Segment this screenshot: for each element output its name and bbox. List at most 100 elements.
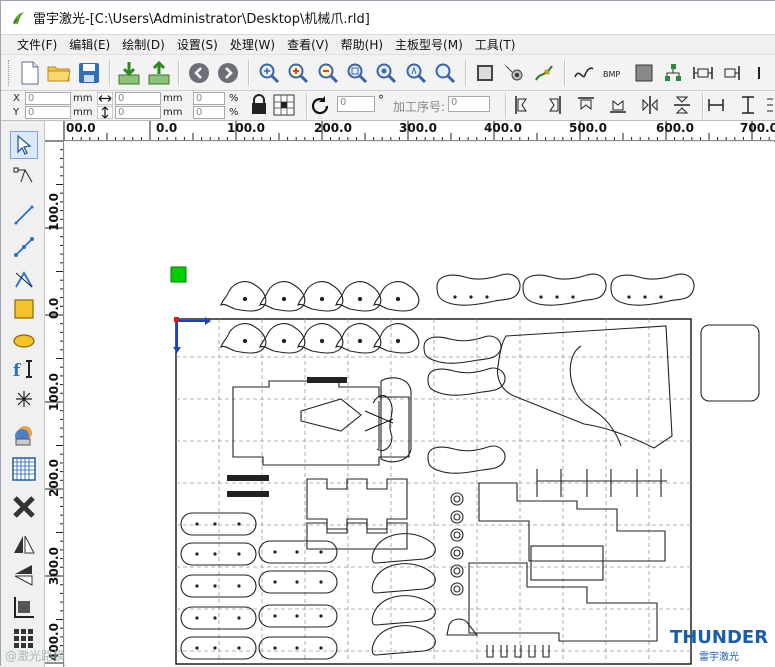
toolbar-grip[interactable] [8,59,12,86]
export-icon [148,60,170,84]
drawing-canvas[interactable] [65,142,775,667]
bezier-icon [15,271,33,288]
frame-button[interactable] [474,60,497,86]
export-button[interactable] [147,60,170,86]
align-h-button[interactable] [691,60,714,86]
ruler-label: 200.0 [47,459,61,497]
align-left-edge-icon[interactable] [513,95,531,115]
select-tool-button[interactable] [10,131,38,159]
mirror-v-tool-button[interactable] [10,561,38,589]
align-top-edge-icon[interactable] [577,95,595,115]
claw-hole [242,296,248,302]
array-tool-button[interactable] [10,455,38,483]
redo-button[interactable] [217,60,240,86]
height-field[interactable]: 0 [115,106,161,119]
y-position-field[interactable]: 0 [25,106,71,119]
distribute-v-icon[interactable] [739,95,757,115]
menu-tools[interactable]: 工具(T) [469,36,522,53]
height-unit: mm [163,107,183,118]
zoom-in-button[interactable] [286,60,309,86]
zoom-tool-button[interactable] [257,60,280,86]
node-edit-tool-button[interactable] [10,163,38,191]
claw-hole [319,338,325,344]
ruler-label: 100.0 [47,373,61,411]
more-align-icon[interactable] [765,95,775,115]
zoom-selection-button[interactable] [404,60,427,86]
zoom-fit-button[interactable] [375,60,398,86]
ruler-label: 100.0 [227,121,265,135]
ellipse-tool-button[interactable] [10,327,38,355]
rectangle-tool-button[interactable] [10,295,38,323]
open-file-button[interactable] [47,60,71,86]
tree-button[interactable] [662,60,685,86]
toolbar-separator [248,59,250,86]
more-button[interactable] [750,60,773,86]
design-drawing [170,266,760,665]
laser-dot-button[interactable] [503,60,526,86]
menu-file[interactable]: 文件(F) [11,36,63,53]
main-toolbar: BMP [1,55,775,91]
laser-head-marker [170,266,187,283]
new-file-button[interactable] [18,60,41,86]
mirror-h-tool-button[interactable] [10,531,38,559]
grid-array-icon [12,457,36,481]
delete-tool-button[interactable] [10,493,38,521]
width-field[interactable]: 0 [115,92,161,105]
menu-edit[interactable]: 编辑(E) [63,36,116,53]
save-file-button[interactable] [77,60,100,86]
import-button[interactable] [118,60,141,86]
menu-process[interactable]: 处理(W) [224,36,281,53]
zoom-all-button[interactable] [433,60,456,86]
zoom-selection-icon [406,63,426,83]
fill-button[interactable] [632,60,655,86]
bitmap-button[interactable]: BMP [602,60,626,86]
ruler-label: 300.0 [399,121,437,135]
align-right-button[interactable] [720,60,743,86]
rotate-icon[interactable] [309,95,331,117]
scale-x-field[interactable]: 0 [193,92,225,105]
align-horizontal-icon [692,66,713,79]
align-tool-button[interactable] [10,593,38,621]
distribute-h-icon[interactable] [707,95,725,115]
pen-icon [535,64,553,81]
x-position-field[interactable]: 0 [25,92,71,105]
claw-part [259,281,306,312]
curve-tool-button[interactable] [10,265,38,293]
bitmap-tool-button[interactable] [10,421,38,449]
align-bottom-edge-icon[interactable] [609,95,627,115]
menu-settings[interactable]: 设置(S) [171,36,224,53]
origin-marker [174,317,179,322]
claw-hole [357,338,363,344]
claw-hole [395,296,401,302]
more-icon [758,66,761,79]
curve-button[interactable] [573,60,596,86]
edit-node-button[interactable] [532,60,555,86]
menu-board-model[interactable]: 主板型号(M) [389,36,469,53]
lock-icon[interactable] [249,94,269,116]
ruler-label: 100.0 [47,193,61,231]
ruler-label: 500.0 [569,121,607,135]
horizontal-ruler[interactable]: 00.0 0.0 100.0 200.0 300.0 400.0 500.0 6… [64,121,775,141]
vertical-ruler[interactable]: 100.0 0.0 100.0 200.0 300.0 400.0 [45,141,64,667]
claw-part [220,281,267,312]
zoom-out-button[interactable] [316,60,339,86]
toolbar-separator [178,59,180,86]
scale-y-field[interactable]: 0 [193,106,225,119]
menu-view[interactable]: 查看(V) [281,36,335,53]
undo-button[interactable] [187,60,210,86]
rotate-angle-field[interactable]: 0 [337,96,375,112]
menu-help[interactable]: 帮助(H) [335,36,389,53]
align-center-h-icon[interactable] [641,95,659,115]
point-tool-button[interactable] [10,385,38,413]
polyline-tool-button[interactable] [10,233,38,261]
claw-part [335,281,382,312]
text-tool-button[interactable]: f [10,355,38,383]
position-anchor-icon[interactable] [273,94,295,116]
align-center-v-icon[interactable] [673,95,691,115]
claw-part [373,323,420,354]
zoom-page-button[interactable] [345,60,368,86]
process-order-field[interactable]: 0 [448,96,490,112]
align-right-edge-icon[interactable] [545,95,563,115]
menu-draw[interactable]: 绘制(D) [116,36,171,53]
line-tool-button[interactable] [10,201,38,229]
